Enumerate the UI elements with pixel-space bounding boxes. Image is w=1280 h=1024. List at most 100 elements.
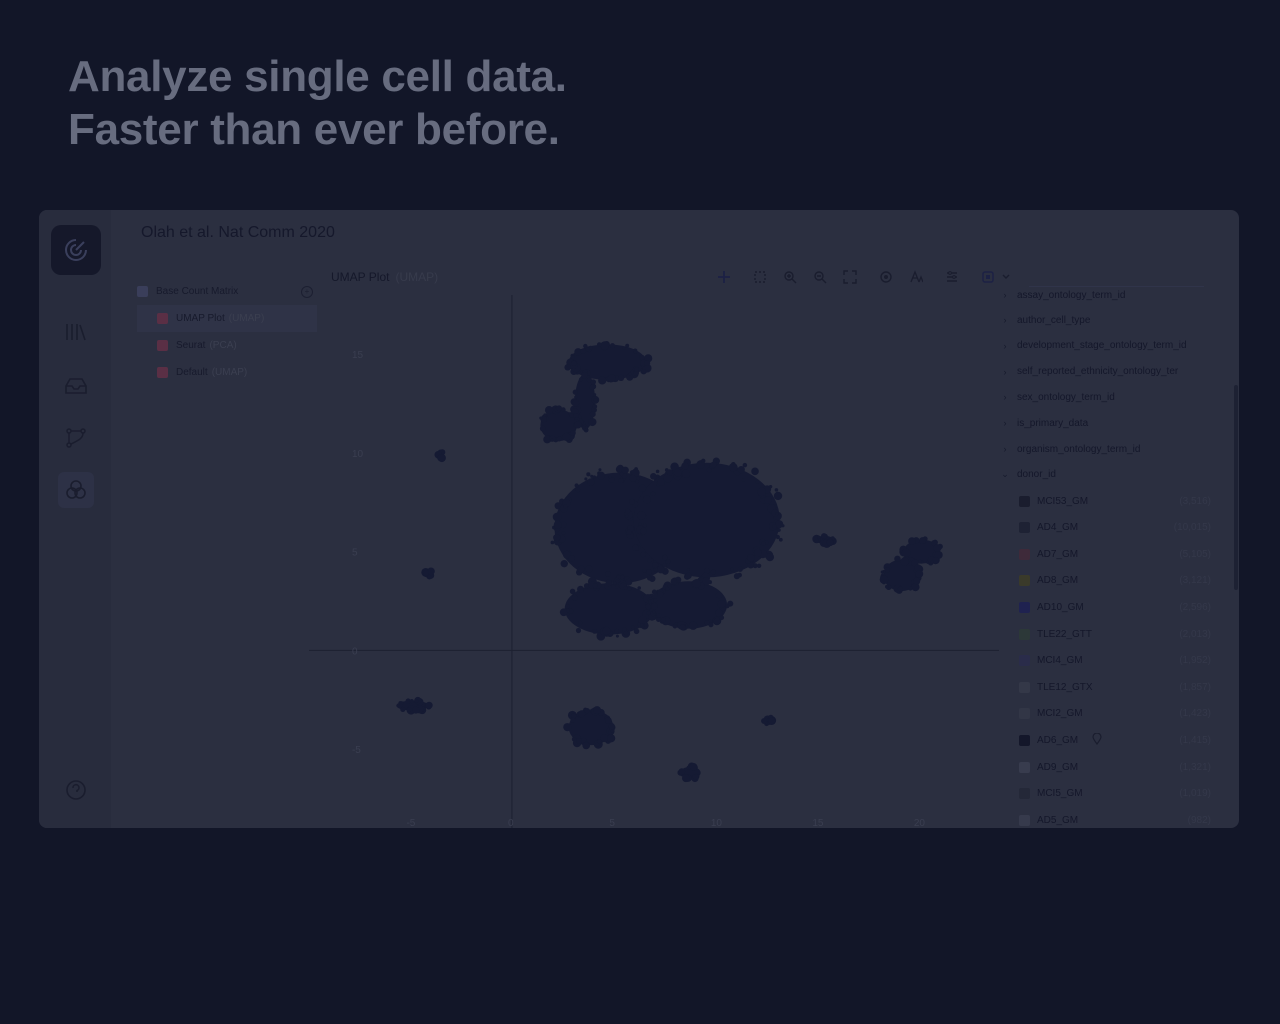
pin-icon[interactable] [1092, 732, 1102, 748]
chevron-down-icon[interactable] [997, 268, 1015, 286]
cell-point [635, 479, 640, 484]
cell-point [553, 520, 562, 529]
plot-subtitle: (UMAP) [395, 270, 439, 284]
cell-cluster [564, 341, 653, 385]
cell-point [768, 717, 776, 725]
legend-search-input[interactable] [1029, 270, 1204, 287]
legend-donor-item[interactable]: MCI2_GM (1,423) [999, 703, 1217, 725]
legend-donor-item[interactable]: AD4_GM (10,015) [999, 517, 1217, 539]
legend-swatch[interactable] [1019, 628, 1030, 640]
legend-category-item[interactable]: › self_reported_ethnicity_ontology_ter [999, 361, 1217, 383]
legend-category-item[interactable]: ⌄ donor_id [999, 464, 1217, 486]
hero-headline: Analyze single cell data. Faster than ev… [68, 50, 567, 156]
legend-donor-item[interactable]: AD9_GM (1,321) [999, 756, 1217, 778]
cell-point [587, 478, 595, 486]
legend-swatch[interactable] [1019, 601, 1030, 613]
cell-point [653, 598, 658, 603]
cell-point [672, 624, 678, 629]
fit-icon[interactable] [841, 268, 859, 286]
cell-point [638, 522, 642, 526]
cell-point [628, 372, 632, 376]
cell-point [638, 484, 647, 492]
legend-donor-label: AD8_GM [1037, 575, 1079, 587]
logo-icon[interactable] [51, 225, 101, 275]
cell-point [623, 586, 628, 590]
lasso-icon[interactable] [751, 268, 769, 286]
color-by-icon[interactable] [979, 268, 997, 286]
dataset-title: Olah et al. Nat Comm 2020 [141, 224, 335, 241]
umap-scatter-plot[interactable]: -5 0 5 10 15 -5 0 5 10 15 20 [309, 295, 999, 828]
legend-donor-item[interactable]: AD6_GM (1,415) [999, 729, 1217, 751]
cell-point [933, 544, 942, 552]
legend-category-item[interactable]: › sex_ontology_term_id [999, 386, 1217, 408]
library-icon[interactable] [62, 318, 90, 346]
y-tick-label: -5 [352, 745, 361, 756]
legend-donor-item[interactable]: TLE12_GTX (1,857) [999, 676, 1217, 698]
text-size-icon[interactable] [907, 268, 925, 286]
tree-item-base-count-matrix[interactable]: Base Count Matrix + [137, 278, 317, 305]
cell-cluster [563, 706, 616, 750]
cell-point [650, 472, 657, 480]
pan-icon[interactable] [715, 268, 733, 286]
datasets-icon[interactable] [58, 472, 94, 508]
settings-icon[interactable] [943, 268, 961, 286]
tree-item-default[interactable]: Default (UMAP) [137, 359, 317, 386]
zoom-out-icon[interactable] [811, 268, 829, 286]
cell-point [646, 575, 652, 581]
legend-donor-item[interactable]: AD5_GM (982) [999, 809, 1217, 828]
x-tick-label: 15 [812, 818, 824, 828]
workflow-icon[interactable] [62, 424, 90, 452]
legend-category-item[interactable]: › organism_ontology_term_id [999, 438, 1217, 460]
legend-category-item[interactable]: › is_primary_data [999, 412, 1217, 434]
cell-point [710, 461, 717, 468]
cell-point [622, 473, 628, 479]
cell-point [614, 585, 619, 589]
cell-point [575, 487, 581, 493]
legend-swatch[interactable] [1019, 708, 1030, 720]
legend-swatch[interactable] [1019, 814, 1030, 826]
cell-point [570, 717, 576, 723]
x-tick-label: -5 [406, 818, 415, 828]
legend-donor-item[interactable]: MCI53_GM (3,516) [999, 490, 1217, 512]
legend-swatch[interactable] [1019, 681, 1030, 693]
legend-donor-item[interactable]: MCI4_GM (1,952) [999, 650, 1217, 672]
tree-item-umap-plot[interactable]: UMAP Plot (UMAP) [137, 305, 317, 332]
legend-donor-item[interactable]: MCI5_GM (1,019) [999, 783, 1217, 805]
legend-donor-item[interactable]: AD7_GM (5,105) [999, 543, 1217, 565]
legend-category-item[interactable]: › development_stage_ontology_term_id [999, 335, 1217, 357]
inbox-icon[interactable] [62, 372, 90, 400]
legend-scrollbar[interactable] [1234, 385, 1238, 590]
cell-point [901, 548, 911, 558]
cell-point [642, 495, 651, 504]
zoom-in-icon[interactable] [781, 268, 799, 286]
cell-point [678, 768, 686, 775]
analysis-tree: Base Count Matrix + UMAP Plot (UMAP) Seu… [137, 278, 317, 386]
legend-swatch[interactable] [1019, 761, 1030, 773]
cell-point [564, 364, 571, 371]
legend-swatch[interactable] [1019, 548, 1030, 560]
camera-icon[interactable] [877, 268, 895, 286]
x-tick-label: 10 [711, 818, 723, 828]
cell-point [885, 584, 889, 589]
cell-point [399, 701, 404, 706]
legend-swatch[interactable] [1019, 655, 1030, 667]
legend-donor-item[interactable]: AD10_GM (2,596) [999, 596, 1217, 618]
legend-swatch[interactable] [1019, 734, 1030, 746]
x-tick-label: 5 [609, 818, 615, 828]
help-icon[interactable] [62, 776, 90, 804]
cell-point [773, 491, 783, 501]
cell-point [574, 395, 578, 399]
cell-point [755, 480, 760, 484]
legend-category-partial[interactable]: › assay_ontology_term_id [999, 290, 1217, 306]
tree-item-seurat[interactable]: Seurat (PCA) [137, 332, 317, 359]
cell-point [570, 430, 576, 436]
legend-donor-item[interactable]: TLE22_GTT (2,013) [999, 623, 1217, 645]
plot-header: UMAP Plot (UMAP) [331, 270, 438, 284]
legend-swatch[interactable] [1019, 788, 1030, 800]
legend-swatch[interactable] [1019, 575, 1030, 587]
legend-category-item[interactable]: › author_cell_type [999, 309, 1217, 331]
cell-point [642, 523, 647, 528]
legend-donor-item[interactable]: AD8_GM (3,121) [999, 570, 1217, 592]
legend-swatch[interactable] [1019, 495, 1030, 507]
legend-swatch[interactable] [1019, 522, 1030, 534]
